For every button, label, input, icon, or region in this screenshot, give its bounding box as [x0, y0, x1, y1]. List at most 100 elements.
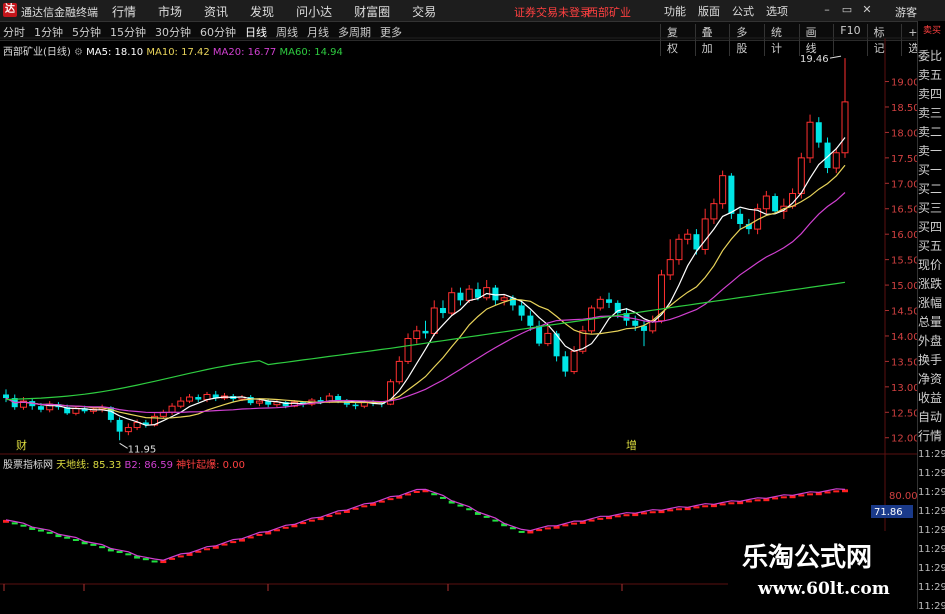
sidebar-field: 11:29 — [918, 563, 945, 574]
indicator-bar — [728, 502, 735, 505]
price-tick-label: 18.00 — [891, 128, 917, 139]
menu-item-market[interactable]: 市场 — [158, 3, 182, 20]
candle-body — [606, 299, 613, 303]
high-price-label: 19.46 — [800, 54, 829, 65]
restore-icon[interactable]: ▭ — [840, 3, 854, 17]
indicator-bar — [798, 494, 805, 497]
indicator-bar — [125, 553, 132, 556]
sidebar-field: 现价 — [918, 258, 943, 272]
indicator-bar — [623, 514, 630, 517]
indicator-bar — [99, 546, 106, 549]
watermark: 乐淘公式网 www.60lt.com — [728, 531, 917, 609]
menu-item-quotes[interactable]: 行情 — [112, 3, 136, 20]
candle-body — [116, 419, 123, 432]
candle-body — [422, 330, 429, 334]
minimize-icon[interactable]: – — [820, 3, 834, 17]
price-tick-label: 15.00 — [891, 281, 917, 292]
candle-body — [693, 234, 700, 250]
candle-body — [710, 203, 718, 220]
candle-body — [772, 196, 779, 212]
candle-body — [728, 175, 735, 214]
menu-item-ask[interactable]: 问小达 — [296, 3, 332, 20]
app-logo-icon: 达 — [3, 3, 17, 17]
candle-body — [474, 289, 481, 298]
sidebar-field: 行情 — [918, 429, 943, 443]
indicator-bar — [675, 508, 682, 511]
candle-body — [465, 288, 473, 301]
sidebar-field: 买一 — [918, 163, 943, 177]
candle-body — [483, 287, 491, 299]
indicator-bar — [11, 522, 18, 525]
indicator-bar — [116, 550, 123, 554]
candle-body — [701, 218, 709, 250]
indicator-bar — [64, 536, 71, 539]
candle-body — [806, 121, 814, 159]
candle-body — [448, 292, 456, 314]
candle-body — [737, 213, 744, 225]
indicator-bar — [20, 524, 27, 527]
candle-body — [413, 330, 421, 340]
price-tick-label: 16.50 — [891, 205, 917, 216]
candle-body — [404, 338, 412, 362]
login-status[interactable]: 证券交易未登录 — [514, 4, 591, 20]
menu-item-news[interactable]: 资讯 — [204, 3, 228, 20]
menu-item-formula[interactable]: 公式 — [732, 3, 754, 19]
quote-sidebar: 卖买 委比 卖五 卖四 卖三 卖二 卖一 买一 买二 买三 买四 买五 现价 涨跌 涨幅 总量 外盘 换手 净资收… — [917, 21, 945, 612]
kline-chart[interactable]: 19.00 18.50 18.00 17.50 17.00 16.50 16.00 15.50… — [0, 21, 917, 609]
indicator-bar — [142, 558, 149, 561]
sidebar-field: 涨跌 — [918, 277, 943, 291]
sidebar-field: 卖五 — [918, 68, 943, 82]
indicator-bar — [772, 497, 779, 500]
candle-body — [841, 101, 849, 154]
indicator-bar — [37, 529, 44, 532]
menu-item-trade[interactable]: 交易 — [412, 3, 436, 20]
title-bar: 达 通达信金融终端 行情 市场 资讯 发现 问小达 财富圈 交易 证券交易未登录… — [0, 0, 945, 22]
candle-body — [492, 287, 499, 301]
price-tick-label: 17.50 — [891, 154, 917, 165]
watermark-title: 乐淘公式网 — [742, 543, 873, 573]
indicator-bar — [282, 526, 289, 529]
indicator-bar — [667, 509, 674, 512]
indicator-bar — [719, 503, 726, 506]
indicator-bar — [754, 499, 761, 502]
sidebar-field: 11:29 — [918, 506, 945, 517]
menu-item-layout[interactable]: 版面 — [698, 3, 720, 19]
candle-body — [832, 152, 840, 169]
sidebar-field: 11:29 — [918, 582, 945, 593]
sidebar-field: 11:29 — [918, 525, 945, 536]
sidebar-field: 自动 — [918, 410, 943, 424]
marker-increase: 增 — [626, 438, 637, 452]
right-menu: 功能 版面 公式 选项 — [664, 3, 800, 19]
indicator-bar — [90, 543, 97, 546]
menu-item-options[interactable]: 选项 — [766, 3, 788, 19]
high-price-pointer — [829, 55, 842, 59]
price-tick-label: 14.50 — [891, 307, 917, 318]
candle-body — [666, 259, 674, 276]
marker-finance: 财 — [16, 438, 27, 452]
menu-item-functions[interactable]: 功能 — [664, 3, 686, 19]
price-tick-label: 19.00 — [891, 78, 917, 89]
price-tick-label: 13.50 — [891, 357, 917, 368]
indicator-bar — [597, 517, 604, 520]
menu-item-discover[interactable]: 发现 — [250, 3, 274, 20]
guest-label[interactable]: 游客 — [895, 4, 917, 20]
candle-body — [3, 394, 9, 399]
sidebar-field: 卖二 — [918, 125, 943, 139]
sidebar-field: 收益 — [918, 391, 943, 405]
candle-body — [596, 298, 604, 309]
candle-body — [684, 233, 692, 240]
ma20-line — [5, 192, 846, 414]
sidebar-field: 外盘 — [918, 334, 943, 348]
indicator-bar — [807, 493, 814, 496]
indicator-bar — [780, 496, 787, 499]
indicator-bar — [833, 490, 840, 493]
watermark-url: www.60lt.com — [758, 579, 890, 599]
menu-item-wealth[interactable]: 财富圈 — [354, 3, 390, 20]
indicator-bar — [824, 491, 831, 494]
price-tick-label: 12.50 — [891, 408, 917, 419]
price-tick-label: 17.00 — [891, 179, 917, 190]
candle-body — [719, 175, 727, 205]
close-icon[interactable]: ✕ — [860, 3, 874, 17]
app-title: 通达信金融终端 — [21, 6, 98, 19]
indicator-bar — [640, 512, 647, 515]
